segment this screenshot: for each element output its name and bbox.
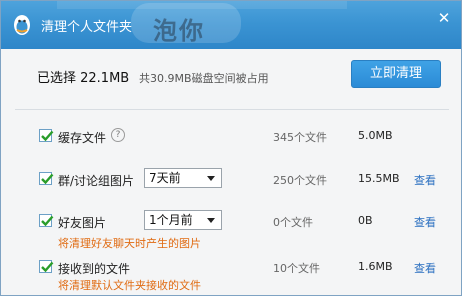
help-icon[interactable]: ?: [111, 128, 125, 142]
title-watermark: 泡你: [153, 17, 205, 45]
friend-images-time-value: 1个月前: [149, 213, 193, 227]
friend-images-size: 0B: [358, 214, 373, 227]
group-images-time-value: 7天前: [149, 171, 181, 185]
received-files-view-link[interactable]: 查看: [414, 260, 436, 276]
disk-usage: 共30.9MB磁盘空间被占用: [139, 72, 269, 85]
cache-checkbox[interactable]: [39, 129, 54, 142]
summary: 已选择 22.1MB 共30.9MB磁盘空间被占用: [37, 67, 269, 86]
clean-folder-dialog: 泡你 清理个人文件夹 ✕ 已选择 22.1MB 共30.9MB磁盘空间被占用 立…: [0, 0, 462, 296]
list-item-received-files: 接收到的文件 10个文件 1.6MB 查看: [1, 256, 461, 278]
group-images-time-select[interactable]: 7天前: [144, 168, 222, 188]
clean-now-button[interactable]: 立即清理: [351, 60, 441, 88]
cache-count: 345个文件: [273, 131, 327, 144]
received-files-size: 1.6MB: [358, 260, 393, 273]
selected-size: 已选择 22.1MB: [37, 71, 130, 86]
received-files-checkbox[interactable]: [39, 260, 54, 273]
received-files-count: 10个文件: [273, 262, 320, 275]
friend-images-label: 好友图片: [58, 216, 107, 230]
group-images-label: 群/讨论组图片: [58, 174, 135, 188]
group-images-view-link[interactable]: 查看: [414, 172, 436, 188]
divider: [15, 109, 449, 110]
list-item-group-images: 群/讨论组图片 7天前 250个文件 15.5MB 查看: [1, 168, 461, 190]
check-icon: [41, 173, 54, 185]
check-icon: [41, 261, 54, 273]
friend-images-time-select[interactable]: 1个月前: [144, 210, 222, 230]
cache-label: 缓存文件: [58, 131, 107, 145]
window-title: 清理个人文件夹: [41, 20, 133, 35]
group-images-checkbox[interactable]: [39, 172, 54, 185]
friend-images-view-link[interactable]: 查看: [414, 214, 436, 230]
friend-images-checkbox[interactable]: [39, 214, 54, 227]
list-item-cache: 缓存文件 ? 345个文件 5.0MB: [1, 125, 461, 147]
received-files-hint: 将清理默认文件夹接收的文件: [58, 279, 201, 292]
check-icon: [41, 215, 54, 227]
friend-images-hint: 将清理好友聊天时产生的图片: [58, 237, 201, 250]
cache-size: 5.0MB: [358, 129, 393, 142]
list-item-friend-images: 好友图片 1个月前 0个文件 0B 查看: [1, 210, 461, 232]
chevron-down-icon: [207, 176, 215, 181]
qq-penguin-icon: [14, 15, 30, 35]
title-bar[interactable]: 泡你 清理个人文件夹 ✕: [1, 1, 461, 49]
close-icon[interactable]: ✕: [435, 9, 453, 27]
group-images-count: 250个文件: [273, 174, 327, 187]
check-icon: [41, 130, 54, 142]
friend-images-count: 0个文件: [273, 216, 313, 229]
chevron-down-icon: [207, 218, 215, 223]
received-files-label: 接收到的文件: [58, 262, 131, 276]
group-images-size: 15.5MB: [358, 172, 400, 185]
